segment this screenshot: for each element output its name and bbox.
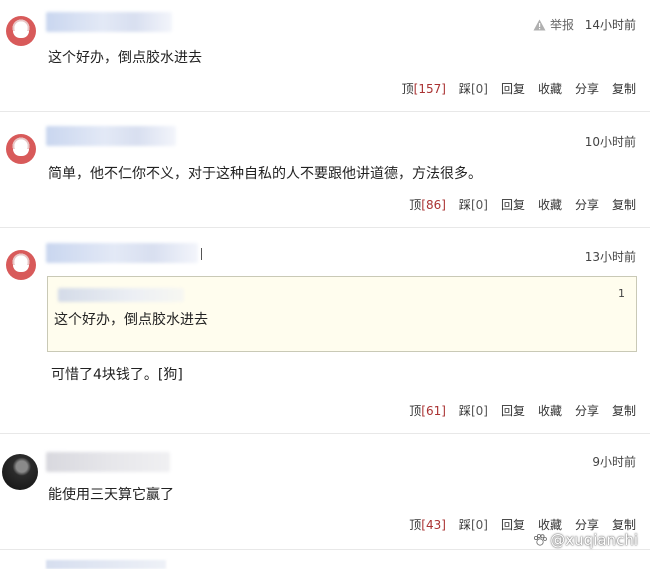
comment-time: 9小时前 [592,455,636,469]
downvote-button[interactable]: 踩[0] [459,516,488,533]
quote-floor-number: 1 [618,287,625,300]
comment-actions: 顶[157] 踩[0] 回复 收藏 分享 复制 [402,80,636,97]
reply-button[interactable]: 回复 [501,80,525,97]
avatar[interactable] [6,250,36,280]
comment-item: 举报 14小时前 这个好办，倒点胶水进去 顶[157] 踩[0] 回复 收藏 分… [0,0,650,112]
favorite-button[interactable]: 收藏 [538,196,562,213]
report-label: 举报 [549,18,574,32]
upvote-button[interactable]: 顶[43] [409,516,446,533]
username-blurred[interactable] [46,243,198,263]
copy-button[interactable]: 复制 [612,196,636,213]
comment-time: 10小时前 [584,135,636,149]
username-blurred[interactable] [46,452,170,472]
reply-button[interactable]: 回复 [501,196,525,213]
comment-text: 简单，他不仁你不义，对于这种自私的人不要跟他讲道德，方法很多。 [48,166,482,182]
next-comment-username-blurred [46,560,166,569]
comment-text: 这个好办，倒点胶水进去 [48,50,202,66]
favorite-button[interactable]: 收藏 [538,80,562,97]
reply-button[interactable]: 回复 [501,402,525,419]
upvote-button[interactable]: 顶[157] [402,80,446,97]
avatar[interactable] [6,134,36,164]
downvote-button[interactable]: 踩[0] [459,196,488,213]
paw-icon [534,533,548,546]
comment-text: 可惜了4块钱了。[狗] [51,367,183,383]
comment-time: 13小时前 [584,250,636,264]
watermark-text: @xuqianchi [550,531,638,549]
username-cursor [201,248,202,260]
avatar[interactable] [2,454,38,490]
avatar[interactable] [6,16,36,46]
watermark: @xuqianchi [533,531,638,549]
quoted-text: 这个好办，倒点胶水进去 [54,312,208,328]
reply-button[interactable]: 回复 [501,516,525,533]
copy-button[interactable]: 复制 [612,402,636,419]
report-button[interactable]: 举报 [533,16,574,33]
share-button[interactable]: 分享 [575,80,599,97]
comment-time: 14小时前 [584,18,636,32]
upvote-button[interactable]: 顶[86] [409,196,446,213]
share-button[interactable]: 分享 [575,402,599,419]
comment-item: 10小时前 简单，他不仁你不义，对于这种自私的人不要跟他讲道德，方法很多。 顶[… [0,112,650,228]
share-button[interactable]: 分享 [575,196,599,213]
warning-icon [533,19,546,30]
upvote-button[interactable]: 顶[61] [409,402,446,419]
comment-text: 能使用三天算它赢了 [48,487,174,503]
quoted-comment: 1 这个好办，倒点胶水进去 [47,276,637,352]
username-blurred[interactable] [46,126,176,146]
comment-actions: 顶[86] 踩[0] 回复 收藏 分享 复制 [409,196,636,213]
copy-button[interactable]: 复制 [612,80,636,97]
downvote-button[interactable]: 踩[0] [459,80,488,97]
comment-actions: 顶[61] 踩[0] 回复 收藏 分享 复制 [409,402,636,419]
username-blurred[interactable] [46,12,172,32]
downvote-button[interactable]: 踩[0] [459,402,488,419]
favorite-button[interactable]: 收藏 [538,402,562,419]
quoted-username-blurred [58,288,184,302]
